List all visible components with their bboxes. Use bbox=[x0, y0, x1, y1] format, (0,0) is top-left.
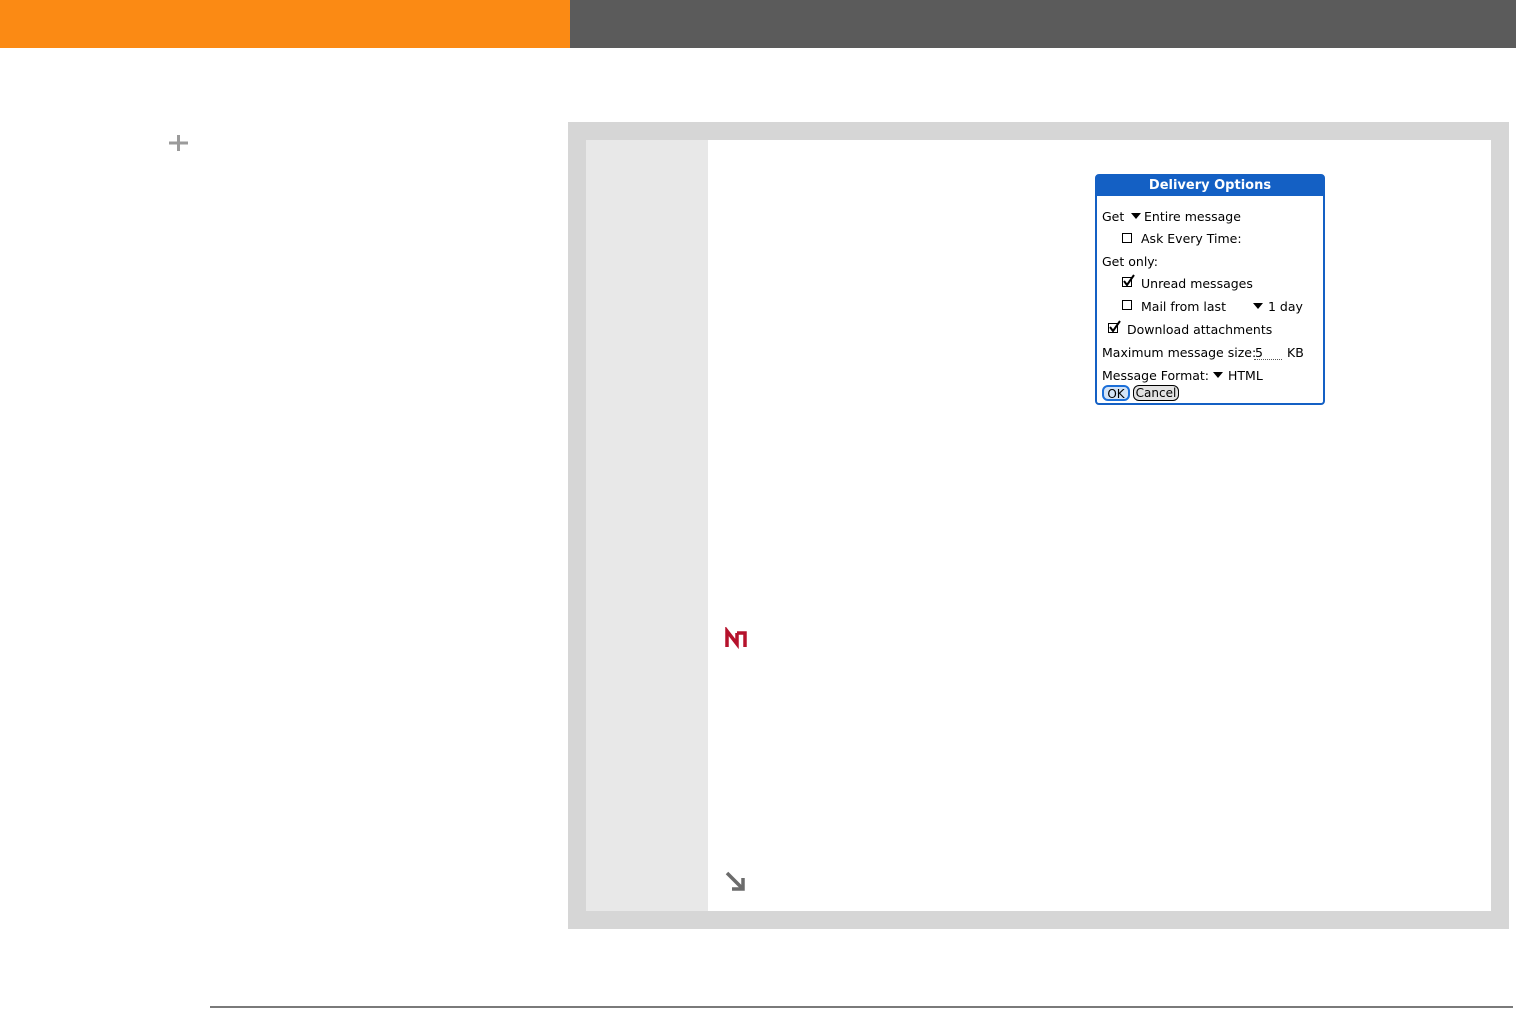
max-size-unit: KB bbox=[1287, 345, 1304, 360]
header-bar-orange bbox=[0, 0, 570, 48]
message-format-label: Message Format: bbox=[1102, 368, 1210, 383]
footer-divider bbox=[210, 1006, 1513, 1008]
ok-button[interactable]: OK bbox=[1102, 385, 1130, 401]
delivery-options-dialog: Delivery Options Get Entire message Ask … bbox=[1095, 174, 1325, 405]
header-bar-gray bbox=[570, 0, 1516, 48]
message-format-value[interactable]: HTML bbox=[1228, 368, 1263, 383]
get-dropdown-value[interactable]: Entire message bbox=[1144, 209, 1241, 224]
get-dropdown-icon[interactable] bbox=[1131, 213, 1141, 219]
download-attachments-label: Download attachments bbox=[1127, 322, 1273, 337]
mail-from-last-checkbox[interactable] bbox=[1122, 300, 1132, 310]
dialog-title: Delivery Options bbox=[1097, 176, 1323, 196]
plus-icon[interactable] bbox=[167, 133, 190, 153]
max-size-label: Maximum message size: bbox=[1102, 345, 1257, 360]
max-size-value: 5 bbox=[1255, 345, 1263, 360]
mail-from-last-value[interactable]: 1 day bbox=[1268, 299, 1303, 314]
mail-from-last-label: Mail from last bbox=[1141, 299, 1226, 314]
get-only-label: Get only: bbox=[1102, 254, 1158, 269]
download-attachments-checkbox[interactable] bbox=[1108, 320, 1121, 333]
content-panel bbox=[568, 122, 1509, 929]
tip-icon bbox=[724, 625, 748, 650]
get-label: Get bbox=[1102, 209, 1125, 224]
unread-messages-checkbox[interactable] bbox=[1122, 274, 1135, 287]
arrow-down-right-icon[interactable] bbox=[724, 870, 748, 892]
ask-every-time-label: Ask Every Time: bbox=[1141, 231, 1242, 246]
max-size-field[interactable]: 5 bbox=[1254, 345, 1282, 360]
cancel-button[interactable]: Cancel bbox=[1133, 385, 1179, 401]
message-format-dropdown-icon[interactable] bbox=[1213, 372, 1223, 378]
mail-from-last-dropdown-icon[interactable] bbox=[1253, 303, 1263, 309]
unread-messages-label: Unread messages bbox=[1141, 276, 1253, 291]
ask-every-time-checkbox[interactable] bbox=[1122, 233, 1132, 243]
step-column bbox=[586, 140, 708, 911]
